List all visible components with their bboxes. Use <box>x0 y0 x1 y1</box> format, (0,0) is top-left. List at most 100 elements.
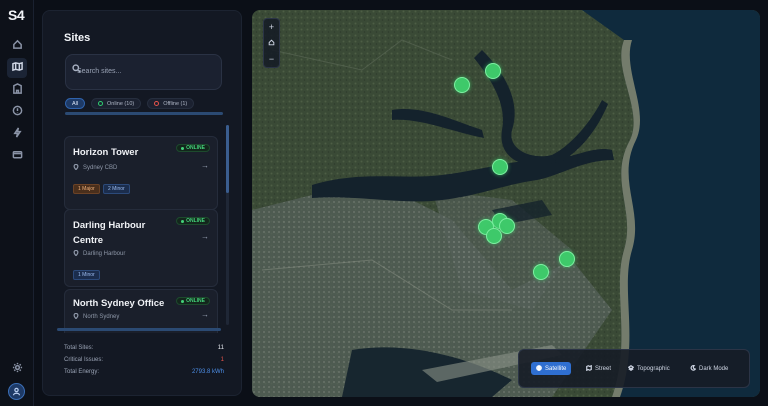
site-name: Darling Harbour Centre <box>73 220 146 246</box>
status-badge: ONLINE <box>176 144 210 152</box>
zoom-out-button[interactable]: − <box>269 54 274 64</box>
filter-offline-label: Offline (1) <box>163 100 188 107</box>
user-avatar[interactable] <box>8 383 25 400</box>
chevron-right-icon[interactable]: → <box>201 310 209 319</box>
offline-dot-icon <box>154 101 160 106</box>
status-dot-icon <box>181 146 185 150</box>
site-location: Darling Harbour <box>73 249 126 258</box>
status-filters: All Online (10) Offline (1) <box>65 98 195 109</box>
sites-panel: Sites Search sites... All Online (10) Of… <box>42 10 242 396</box>
site-card[interactable]: North Sydney Office ONLINE North Sydney … <box>64 289 218 333</box>
layers-icon <box>627 364 635 373</box>
nav-map[interactable] <box>7 58 27 78</box>
stat-label: Total Sites: <box>64 345 94 351</box>
icon-rail: S4 <box>0 0 34 406</box>
layer-label: Dark Mode <box>699 365 729 372</box>
issue-tag-minor: 2 Minor <box>103 184 130 194</box>
layer-label: Satellite <box>545 365 567 372</box>
globe-icon <box>536 364 542 373</box>
status-dot-icon <box>181 299 185 303</box>
site-marker[interactable] <box>454 77 470 93</box>
layer-topographic-button[interactable]: Topographic <box>623 362 675 375</box>
site-card[interactable]: Darling Harbour Centre ONLINE Darling Ha… <box>64 209 218 287</box>
site-marker[interactable] <box>486 228 502 244</box>
map-layer-switcher: Satellite Street Topographic Dark Mode <box>518 349 750 388</box>
site-marker[interactable] <box>492 159 508 175</box>
filter-online[interactable]: Online (10) <box>91 98 142 109</box>
site-list-scrollbar[interactable] <box>226 125 229 325</box>
search-box[interactable]: Search sites... <box>65 54 222 90</box>
issue-tag-major: 1 Major <box>73 184 100 194</box>
building-icon <box>12 81 23 99</box>
map-terrain <box>252 10 760 397</box>
billing-card-icon <box>12 147 23 165</box>
filter-online-label: Online (10) <box>107 100 135 107</box>
stat-value: 1 <box>220 357 224 363</box>
status-text: ONLINE <box>186 218 205 224</box>
filter-offline[interactable]: Offline (1) <box>147 98 195 109</box>
site-marker[interactable] <box>533 264 549 280</box>
app-logo: S4 <box>8 7 25 23</box>
location-pin-icon <box>73 249 79 258</box>
alert-icon <box>12 103 23 121</box>
panel-title: Sites <box>64 32 91 44</box>
map-home-button[interactable] <box>268 38 275 48</box>
satellite-map[interactable]: + − Satellite Street Topographic Dark Mo… <box>252 10 760 397</box>
layer-satellite-button[interactable]: Satellite <box>531 362 572 375</box>
filter-all[interactable]: All <box>65 98 85 109</box>
issue-tag-minor: 1 Minor <box>73 270 100 280</box>
home-icon <box>268 39 275 46</box>
location-text: Darling Harbour <box>83 251 126 257</box>
location-text: Sydney CBD <box>83 165 118 171</box>
user-icon <box>12 383 21 401</box>
stat-value: 2793.8 kWh <box>191 369 224 375</box>
map-icon <box>11 59 23 77</box>
scrollbar-thumb[interactable] <box>226 125 229 193</box>
moon-icon <box>690 364 697 373</box>
nav-energy[interactable] <box>7 124 27 144</box>
gear-icon <box>12 360 23 378</box>
status-text: ONLINE <box>186 298 205 304</box>
layer-dark-button[interactable]: Dark Mode <box>685 362 733 375</box>
status-text: ONLINE <box>186 145 205 151</box>
site-marker[interactable] <box>499 218 515 234</box>
layer-street-button[interactable]: Street <box>581 362 616 375</box>
location-pin-icon <box>73 312 79 321</box>
site-name: Horizon Tower <box>73 147 139 158</box>
zoom-controls: + − <box>263 18 280 68</box>
nav-settings[interactable] <box>7 359 27 379</box>
status-badge: ONLINE <box>176 297 210 305</box>
site-marker[interactable] <box>485 63 501 79</box>
chevron-right-icon[interactable]: → <box>201 232 209 241</box>
status-badge: ONLINE <box>176 217 210 225</box>
site-location: Sydney CBD <box>73 163 118 172</box>
stat-value: 11 <box>217 345 224 351</box>
zoom-in-button[interactable]: + <box>269 22 274 32</box>
site-name: North Sydney Office <box>73 298 165 309</box>
nav-buildings[interactable] <box>7 80 27 100</box>
home-icon <box>12 37 23 55</box>
layer-label: Topographic <box>637 365 670 372</box>
stat-label: Critical Issues: <box>64 357 104 363</box>
site-card[interactable]: Horizon Tower ONLINE Sydney CBD → 1 Majo… <box>64 136 218 210</box>
nav-alerts[interactable] <box>7 102 27 122</box>
filter-scrollbar[interactable] <box>65 112 223 115</box>
app-root: S4 Sites Search sites... All Online (10)… <box>0 0 768 406</box>
stat-total-energy: Total Energy: 2793.8 kWh <box>64 369 224 375</box>
layer-label: Street <box>595 365 612 372</box>
search-input[interactable]: Search sites... <box>77 68 121 75</box>
site-marker[interactable] <box>559 251 575 267</box>
status-dot-icon <box>181 219 185 223</box>
location-text: North Sydney <box>83 314 120 320</box>
nav-home[interactable] <box>7 36 27 56</box>
online-dot-icon <box>98 101 103 106</box>
stat-label: Total Energy: <box>64 369 100 375</box>
street-map-icon <box>586 364 592 373</box>
chevron-right-icon[interactable]: → <box>201 161 209 170</box>
lightning-icon <box>12 125 23 143</box>
site-list: Horizon Tower ONLINE Sydney CBD → 1 Majo… <box>64 133 218 333</box>
stat-critical-issues: Critical Issues: 1 <box>64 357 224 363</box>
nav-billing[interactable] <box>7 146 27 166</box>
stat-total-sites: Total Sites: 11 <box>64 345 224 351</box>
site-list-hscrollbar[interactable] <box>57 328 221 331</box>
